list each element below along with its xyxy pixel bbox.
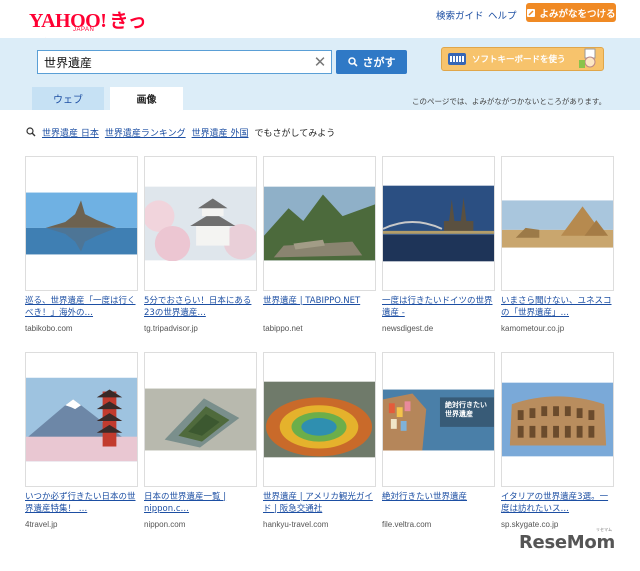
image-overlay-text: 絶対行きたい世界遺産 [445,401,487,418]
yahoo-kids-logo[interactable]: YAHOO!きっず JAPAN [29,6,159,59]
result-card[interactable]: 絶対行きたい世界遺産 絶対行きたい世界遺産 file.veltra.com [382,352,495,529]
result-caption[interactable]: 世界遺産 | TABIPPO.NET [263,295,376,319]
kofun-aerial-image [145,388,256,451]
top-bar: YAHOO!きっず JAPAN 検索ガイド ヘルプ よみがなをつける [0,0,640,59]
related-searches: 世界遺産 日本 世界遺産ランキング 世界遺産 外国 でもさがしてみよう [26,126,336,139]
result-caption[interactable]: 巡る、世界遺産「一度は行くべき！」海外の… [25,295,138,319]
result-card[interactable]: 巡る、世界遺産「一度は行くべき！」海外の… tabikobo.com [25,156,138,333]
notice-text: このページでは、よみがながつかないところがあります。 [412,97,607,106]
result-source: tabikobo.com [25,324,73,333]
watermark-kana: リセマム [596,527,612,532]
thumbnail[interactable] [144,352,257,487]
himeji-castle-image [145,186,256,261]
result-caption[interactable]: 一度は行きたいドイツの世界遺産 - [382,295,495,319]
related-link[interactable]: 世界遺産 外国 [192,126,249,139]
result-card[interactable]: イタリアの世界遺産3選。一度は訪れたいス… sp.skygate.co.jp [501,352,614,529]
result-caption[interactable]: イタリアの世界遺産3選。一度は訪れたいス… [501,491,614,515]
result-card[interactable]: 世界遺産 | アメリカ観光ガイド | 阪急交通社 hankyu-travel.c… [263,352,376,529]
thumbnail[interactable]: 絶対行きたい世界遺産 [382,352,495,487]
mount-fuji-pagoda-image [26,377,137,462]
soft-keyboard-label: ソフトキーボードを使う [472,55,566,65]
search-button-label: さがす [362,56,396,69]
giza-pyramids-image [502,199,613,248]
search-icon [347,57,358,67]
result-source: tg.tripadvisor.jp [144,324,198,333]
thumbnail[interactable] [501,352,614,487]
result-source: 4travel.jp [25,520,58,529]
result-caption[interactable]: いまさら聞けない、ユネスコの「世界遺産」… [501,295,614,319]
result-source: newsdigest.de [382,324,434,333]
thumbnail[interactable] [382,156,495,291]
search-input[interactable] [38,51,309,73]
machu-picchu-image [264,186,375,261]
thumbnail[interactable] [144,156,257,291]
thumbnail[interactable] [25,352,138,487]
yomigana-label: よみがなをつける [539,8,616,20]
result-card[interactable]: 日本の世界遺産一覧 | nippon.c… nippon.com [144,352,257,529]
result-card[interactable]: いまさら聞けない、ユネスコの「世界遺産」… kamometour.co.jp [501,156,614,333]
thumbnail[interactable] [263,156,376,291]
yellowstone-spring-image [264,381,375,458]
search-button[interactable]: さがす [336,50,407,74]
mont-saint-michel-image [26,192,137,255]
clear-icon[interactable]: ✕ [309,51,331,73]
search-icon [26,127,36,137]
thumbnail[interactable] [25,156,138,291]
related-link[interactable]: 世界遺産ランキング [105,126,186,139]
logo-sub: JAPAN [73,27,95,33]
thumbnail[interactable] [501,156,614,291]
logo-main: YAHOO! [29,10,107,32]
yomigana-button[interactable]: よみがなをつける [526,3,616,22]
watermark-logo: ReseMom [519,532,615,553]
result-card[interactable]: いつか必ず行きたい日本の世界遺産特集！ … 4travel.jp [25,352,138,529]
result-source: tabippo.net [263,324,303,333]
cinque-terre-image [383,389,494,450]
result-caption[interactable]: いつか必ず行きたい日本の世界遺産特集！ … [25,491,138,515]
result-card[interactable]: 世界遺産 | TABIPPO.NET tabippo.net [263,156,376,333]
result-caption[interactable]: 絶対行きたい世界遺産 [382,491,495,515]
tab-web[interactable]: ウェブ [32,87,104,110]
pencil-icon [527,8,536,17]
search-box: ✕ [37,50,332,74]
result-caption[interactable]: 5分でおさらい！日本にある23の世界遺産… [144,295,257,319]
result-source: nippon.com [144,520,186,529]
related-link[interactable]: 世界遺産 日本 [42,126,99,139]
colosseum-image [502,382,613,457]
cologne-cathedral-image [383,185,494,262]
related-tail: でもさがしてみよう [254,128,336,139]
result-card[interactable]: 一度は行きたいドイツの世界遺産 - newsdigest.de [382,156,495,333]
result-caption[interactable]: 世界遺産 | アメリカ観光ガイド | 阪急交通社 [263,491,376,515]
search-guide-link[interactable]: 検索ガイド [436,8,484,22]
result-source: hankyu-travel.com [263,520,329,529]
keyboard-icon [448,53,466,65]
result-source: kamometour.co.jp [501,324,565,333]
soft-keyboard-button[interactable]: ソフトキーボードを使う [441,47,604,71]
help-link[interactable]: ヘルプ [488,8,517,22]
search-band: ✕ さがす ソフトキーボードを使う ウェブ 画像 このページでは、よみがながつか… [0,38,640,110]
result-card[interactable]: 5分でおさらい！日本にある23の世界遺産… tg.tripadvisor.jp [144,156,257,333]
character-icon [578,48,596,68]
result-caption[interactable]: 日本の世界遺産一覧 | nippon.c… [144,491,257,515]
thumbnail[interactable] [263,352,376,487]
result-source: file.veltra.com [382,520,432,529]
tab-images[interactable]: 画像 [110,87,183,110]
